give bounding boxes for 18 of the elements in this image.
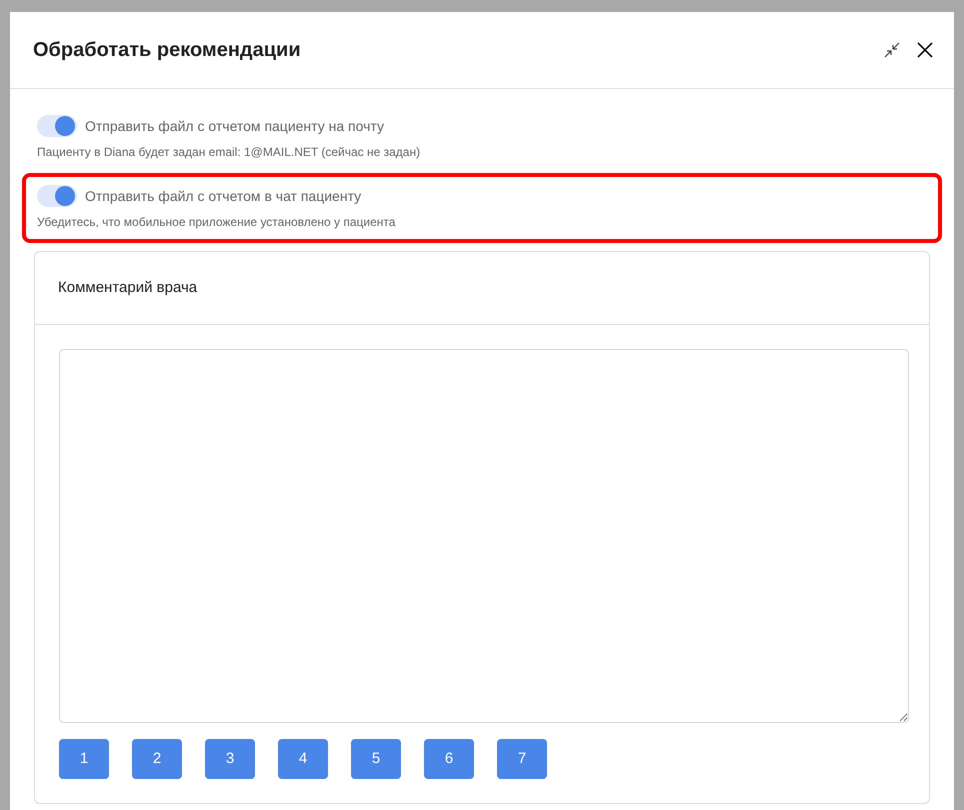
dialog-title: Обработать рекомендации <box>33 38 302 63</box>
hint-text: Пациенту в Diana будет задан email: 1@MAIL.NET (сейчас не задан) <box>37 144 422 161</box>
toggle-label: Отправить файл с отчетом пациенту на почту <box>85 116 384 136</box>
card-title: Комментарий врача <box>58 278 198 298</box>
toggle-label: Отправить файл с отчетом в чат пациенту <box>85 186 362 206</box>
comment-input-field[interactable] <box>59 349 909 723</box>
toggle-switch[interactable] <box>37 185 77 207</box>
number-button[interactable]: 2 <box>132 739 182 779</box>
toggle-switch[interactable] <box>37 115 77 137</box>
number-button[interactable]: 5 <box>351 739 401 779</box>
number-button[interactable]: 6 <box>424 739 474 779</box>
hint-text: Убедитесь, что мобильное приложение установлено у пациента <box>37 214 396 231</box>
close-icon[interactable] <box>916 41 934 59</box>
number-button[interactable]: 1 <box>59 739 109 779</box>
number-button[interactable]: 7 <box>497 739 547 779</box>
number-button[interactable]: 3 <box>205 739 255 779</box>
number-button[interactable]: 4 <box>278 739 328 779</box>
collapse-icon[interactable] <box>884 42 900 58</box>
